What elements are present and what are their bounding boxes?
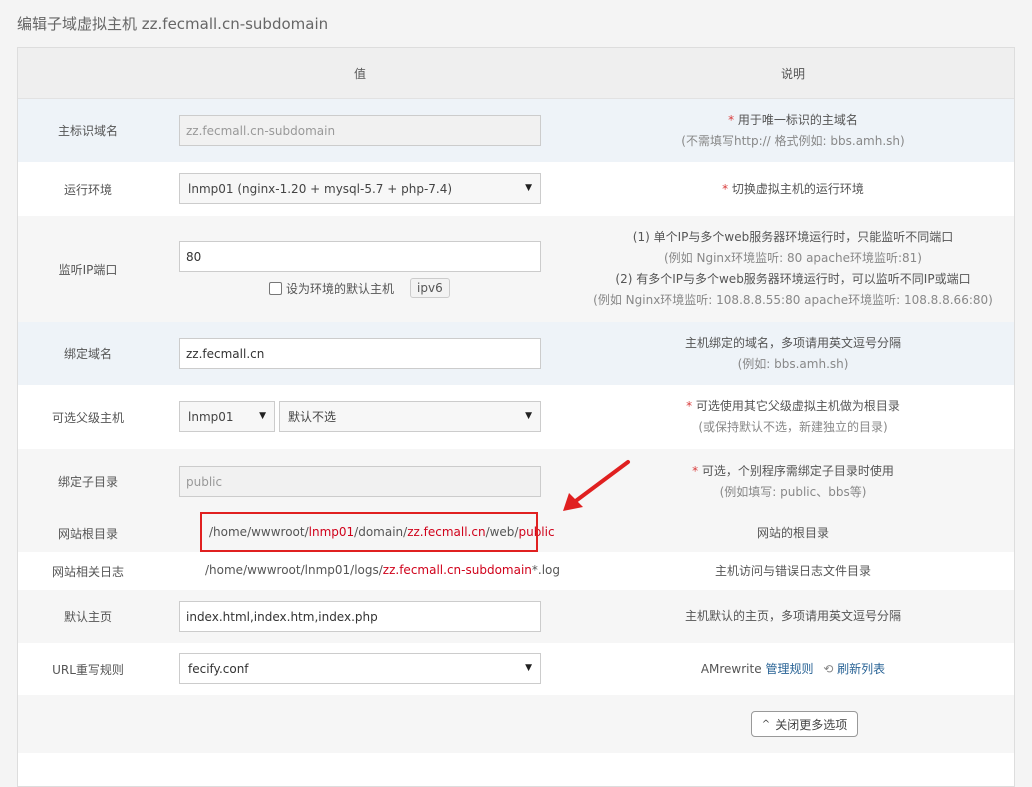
parent-host-desc-text: 可选使用其它父级虚拟主机做为根目录 <box>695 399 900 413</box>
parent-host-select[interactable]: 默认不选 ▼ <box>279 401 541 432</box>
subdir-label: 绑定子目录 <box>57 475 118 489</box>
annotation-arrow <box>563 460 630 511</box>
row-main-domain: 主标识域名 * 用于唯一标识的主域名 (不需填写http:// 格式例如: bb… <box>18 99 1014 162</box>
log-desc-text: 主机访问与错误日志文件目录 <box>714 563 871 578</box>
chevron-down-icon: ▼ <box>525 183 532 193</box>
table-header: 值 说明 <box>18 48 1014 99</box>
main-domain-label: 主标识域名 <box>57 124 118 138</box>
chevron-down-icon: ▼ <box>259 411 266 421</box>
page-title: 编辑子域虚拟主机 zz.fecmall.cn-subdomain <box>17 15 329 33</box>
listen-desc: (1) 单个IP与多个web服务器环境运行时，只能监听不同端口 (例如 Ngin… <box>555 216 1031 322</box>
form-footer <box>18 695 1014 753</box>
chevron-down-icon: ▼ <box>525 663 532 673</box>
listen-desc-3: (2) 有多个IP与多个web服务器环境运行时，可以监听不同IP或端口 <box>615 272 971 286</box>
parent-host-label: 可选父级主机 <box>51 410 124 425</box>
parent-host-desc-example: (或保持默认不选，新建独立的目录) <box>698 420 888 434</box>
default-host-option: 设为环境的默认主机 ipv6 <box>269 278 450 298</box>
manage-rules-link[interactable]: 管理规则 <box>765 662 813 676</box>
env-select[interactable]: lnmp01 (nginx-1.20 + mysql-5.7 + php-7.4… <box>179 173 541 204</box>
listen-desc-4: (例如 Nginx环境监听: 108.8.8.55:80 apache环境监听:… <box>593 293 993 307</box>
bind-domain-desc-example: (例如: bbs.amh.sh) <box>737 356 849 371</box>
subdir-desc-example: (例如填写: public、bbs等) <box>719 484 867 499</box>
row-subdir: 绑定子目录 * 可选，个别程序需绑定子目录时使用 (例如填写: public、b… <box>18 449 1014 514</box>
listen-label: 监听IP端口 <box>58 262 118 277</box>
web-root-desc-text: 网站的根目录 <box>756 525 829 540</box>
main-domain-desc-text: 用于唯一标识的主域名 <box>737 112 858 127</box>
env-select-value: lnmp01 (nginx-1.20 + mysql-5.7 + php-7.4… <box>188 181 453 196</box>
listen-desc-2: (例如 Nginx环境监听: 80 apache环境监听:81) <box>664 251 922 265</box>
env-label: 运行环境 <box>63 182 112 197</box>
parent-env-select[interactable]: lnmp01 ▼ <box>179 401 275 432</box>
chevron-up-icon: ^ <box>761 718 771 730</box>
row-rewrite: URL重写规则 fecify.conf ▼ AMrewrite 管理规则 ⟲ 刷… <box>18 643 1014 695</box>
log-path: /home/wwwroot/lnmp01/logs/zz.fecmall.cn-… <box>205 563 560 577</box>
close-more-options-label: 关闭更多选项 <box>775 717 848 732</box>
bind-domain-label: 绑定域名 <box>63 347 112 361</box>
parent-env-value: lnmp01 <box>188 409 234 424</box>
refresh-list-link[interactable]: 刷新列表 <box>837 662 885 676</box>
log-path-domain: zz.fecmall.cn-subdomain <box>382 563 532 577</box>
listen-desc-1: (1) 单个IP与多个web服务器环境运行时，只能监听不同端口 <box>632 230 954 244</box>
parent-host-value: 默认不选 <box>288 410 337 424</box>
index-input[interactable] <box>179 601 541 632</box>
rewrite-desc: AMrewrite 管理规则 ⟲ 刷新列表 <box>555 643 1031 695</box>
bind-domain-desc-text: 主机绑定的域名，多项请用英文逗号分隔 <box>684 335 901 350</box>
chevron-down-icon: ▼ <box>525 411 532 421</box>
edit-form-panel: 值 说明 主标识域名 * 用于唯一标识的主域名 (不需填写http:// 格式例… <box>17 47 1015 787</box>
web-root-label: 网站根目录 <box>57 526 118 541</box>
rewrite-desc-prefix: AMrewrite <box>700 661 762 676</box>
parent-host-desc: * 可选使用其它父级虚拟主机做为根目录 (或保持默认不选，新建独立的目录) <box>555 385 1031 449</box>
header-value: 值 <box>353 66 366 81</box>
default-host-label: 设为环境的默认主机 <box>286 281 395 296</box>
row-env: 运行环境 lnmp01 (nginx-1.20 + mysql-5.7 + ph… <box>18 162 1014 216</box>
ipv6-button[interactable]: ipv6 <box>410 278 450 298</box>
row-bind-domain: 绑定域名 主机绑定的域名，多项请用英文逗号分隔 (例如: bbs.amh.sh) <box>18 322 1014 385</box>
listen-port-input[interactable] <box>179 241 541 272</box>
bind-domain-desc: 主机绑定的域名，多项请用英文逗号分隔 (例如: bbs.amh.sh) <box>555 322 1031 385</box>
main-domain-desc: * 用于唯一标识的主域名 (不需填写http:// 格式例如: bbs.amh.… <box>555 99 1031 162</box>
index-desc-text: 主机默认的主页，多项请用英文逗号分隔 <box>684 609 901 623</box>
rewrite-label: URL重写规则 <box>52 662 124 677</box>
header-desc: 说明 <box>780 66 805 81</box>
log-desc: 主机访问与错误日志文件目录 <box>555 552 1031 590</box>
row-index: 默认主页 主机默认的主页，多项请用英文逗号分隔 <box>18 590 1014 643</box>
log-path-part: /home/wwwroot/lnmp01/logs/ <box>205 563 383 577</box>
log-label: 网站相关日志 <box>51 564 124 579</box>
env-desc: * 切换虚拟主机的运行环境 <box>722 181 864 196</box>
refresh-icon[interactable]: ⟲ <box>823 662 833 676</box>
bind-domain-input[interactable] <box>179 338 541 369</box>
default-host-checkbox[interactable] <box>269 281 282 295</box>
highlight-box <box>200 512 538 552</box>
row-parent-host: 可选父级主机 lnmp01 ▼ 默认不选 ▼ * 可选使用其它父级虚拟主机做为根… <box>18 385 1014 449</box>
env-desc-text: 切换虚拟主机的运行环境 <box>731 181 864 196</box>
index-label: 默认主页 <box>63 610 112 624</box>
row-listen: 监听IP端口 设为环境的默认主机 ipv6 (1) 单个IP与多个web服务器环… <box>18 216 1014 322</box>
row-log: 网站相关日志 /home/wwwroot/lnmp01/logs/zz.fecm… <box>18 552 1014 590</box>
rewrite-select-value: fecify.conf <box>188 661 249 676</box>
close-more-options-button[interactable]: ^ 关闭更多选项 <box>751 711 858 737</box>
main-domain-desc-example: (不需填写http:// 格式例如: bbs.amh.sh) <box>681 133 905 148</box>
main-domain-input[interactable] <box>179 115 541 146</box>
rewrite-select[interactable]: fecify.conf ▼ <box>179 653 541 684</box>
index-desc: 主机默认的主页，多项请用英文逗号分隔 <box>555 590 1031 643</box>
subdir-input[interactable] <box>179 466 541 497</box>
subdir-desc-text: 可选，个别程序需绑定子目录时使用 <box>701 463 894 478</box>
